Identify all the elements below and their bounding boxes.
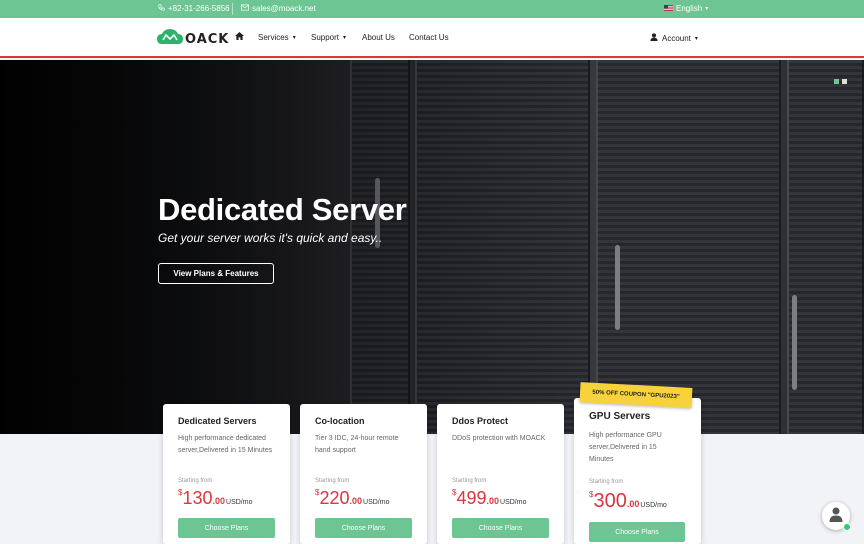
plan-desc-line: Tier 3 IDC, 24-hour remote [315,435,399,442]
nav-account[interactable]: Account ▾ [650,33,698,43]
email-address: sales@moack.net [252,4,316,13]
language-selector[interactable]: English ▾ [664,4,708,13]
price-decimal: .00 [212,496,226,506]
plan-desc-line: server,Delivered in 15 [589,444,657,451]
cloud-logo-icon [157,29,183,50]
plan-desc-line: Minutes [589,456,614,463]
choose-plans-button[interactable]: Choose Plans [452,518,549,538]
topbar-divider [232,3,233,15]
plan-card-ddos: Ddos Protect DDoS protection with MOACK … [437,404,564,544]
nav-about-label: About Us [362,33,395,42]
phone-icon [158,4,165,13]
plan-title: Ddos Protect [452,416,509,426]
price-integer: 220 [319,488,350,508]
main-navbar: OACK Services ▾ Support ▾ About Us Conta… [0,18,864,58]
nav-support[interactable]: Support ▾ [311,33,346,42]
price-unit: USD/mo [363,499,390,506]
slider-dot[interactable] [842,79,847,84]
slider-indicators [834,79,847,84]
price-unit: USD/mo [226,499,253,506]
nav-about-us[interactable]: About Us [362,33,395,42]
starting-from-label: Starting from [315,478,350,484]
envelope-icon [241,4,249,13]
nav-services[interactable]: Services ▾ [258,33,296,42]
nav-services-label: Services [258,33,289,42]
price-integer: 130 [182,488,213,508]
logo[interactable]: OACK [157,29,229,50]
plan-desc-line: server,Delivered in 15 Minutes [178,447,273,454]
hero-banner: Dedicated Server Get your server works i… [0,60,864,434]
choose-plans-button[interactable]: Choose Plans [178,518,275,538]
plan-description: High performance GPU server,Delivered in… [589,430,662,466]
top-bar: +82-31-266-5856 sales@moack.net English … [0,0,864,18]
starting-from-label: Starting from [452,478,487,484]
plan-price: $ 130 .00 USD/mo [178,488,252,509]
plan-description: High performance dedicated server,Delive… [178,433,272,457]
phone-number: +82-31-266-5856 [168,4,230,13]
language-label: English [676,4,703,13]
price-unit: USD/mo [500,499,527,506]
plan-card-colocation: Co-location Tier 3 IDC, 24-hour remote h… [300,404,427,544]
plan-card-dedicated: Dedicated Servers High performance dedic… [163,404,290,544]
chevron-down-icon: ▾ [705,6,709,12]
plan-price: $ 499 .00 USD/mo [452,488,526,509]
plan-desc-line: High performance dedicated [178,435,266,442]
plan-description: Tier 3 IDC, 24-hour remote hand support [315,433,398,457]
plan-title: Dedicated Servers [178,416,257,426]
plan-description: DDoS protection with MOACK [452,433,545,445]
chat-avatar-icon [828,506,844,527]
home-icon [235,32,244,42]
choose-plans-button[interactable]: Choose Plans [589,522,685,542]
chat-widget-button[interactable] [822,502,851,531]
flag-icon [664,4,673,13]
price-decimal: .00 [626,499,640,509]
chevron-down-icon: ▾ [343,35,347,41]
price-decimal: .00 [486,496,500,506]
price-integer: 499 [456,488,487,508]
nav-support-label: Support [311,33,340,42]
plan-price: $ 220 .00 USD/mo [315,488,389,509]
plan-card-gpu: GPU Servers High performance GPU server,… [574,398,701,544]
contact-phone[interactable]: +82-31-266-5856 [158,4,230,13]
plan-desc-line: DDoS protection with MOACK [452,435,546,442]
account-label: Account [662,33,691,43]
chevron-down-icon: ▾ [694,35,698,42]
plan-desc-line: High performance GPU [589,432,662,439]
nav-contact-us[interactable]: Contact Us [409,33,449,42]
nav-contact-label: Contact Us [409,33,449,42]
logo-text: OACK [185,32,230,47]
plan-title: GPU Servers [589,411,651,422]
starting-from-label: Starting from [589,479,624,485]
hero-title: Dedicated Server [158,192,407,227]
hero-overlay [0,60,864,434]
price-unit: USD/mo [640,502,667,509]
price-integer: 300 [593,490,627,512]
plan-price: $ 300 .00 USD/mo [589,490,667,513]
hero-subtitle: Get your server works it's quick and eas… [158,231,383,245]
online-status-dot [843,523,851,531]
contact-email[interactable]: sales@moack.net [241,4,316,13]
choose-plans-button[interactable]: Choose Plans [315,518,412,538]
starting-from-label: Starting from [178,478,213,484]
slider-dot-active[interactable] [834,79,839,84]
view-plans-button[interactable]: View Plans & Features [158,263,274,284]
nav-home[interactable] [235,32,244,42]
chevron-down-icon: ▾ [292,35,296,41]
plan-desc-line: hand support [315,447,356,454]
price-decimal: .00 [349,496,363,506]
plan-title: Co-location [315,416,365,426]
user-icon [650,33,658,43]
